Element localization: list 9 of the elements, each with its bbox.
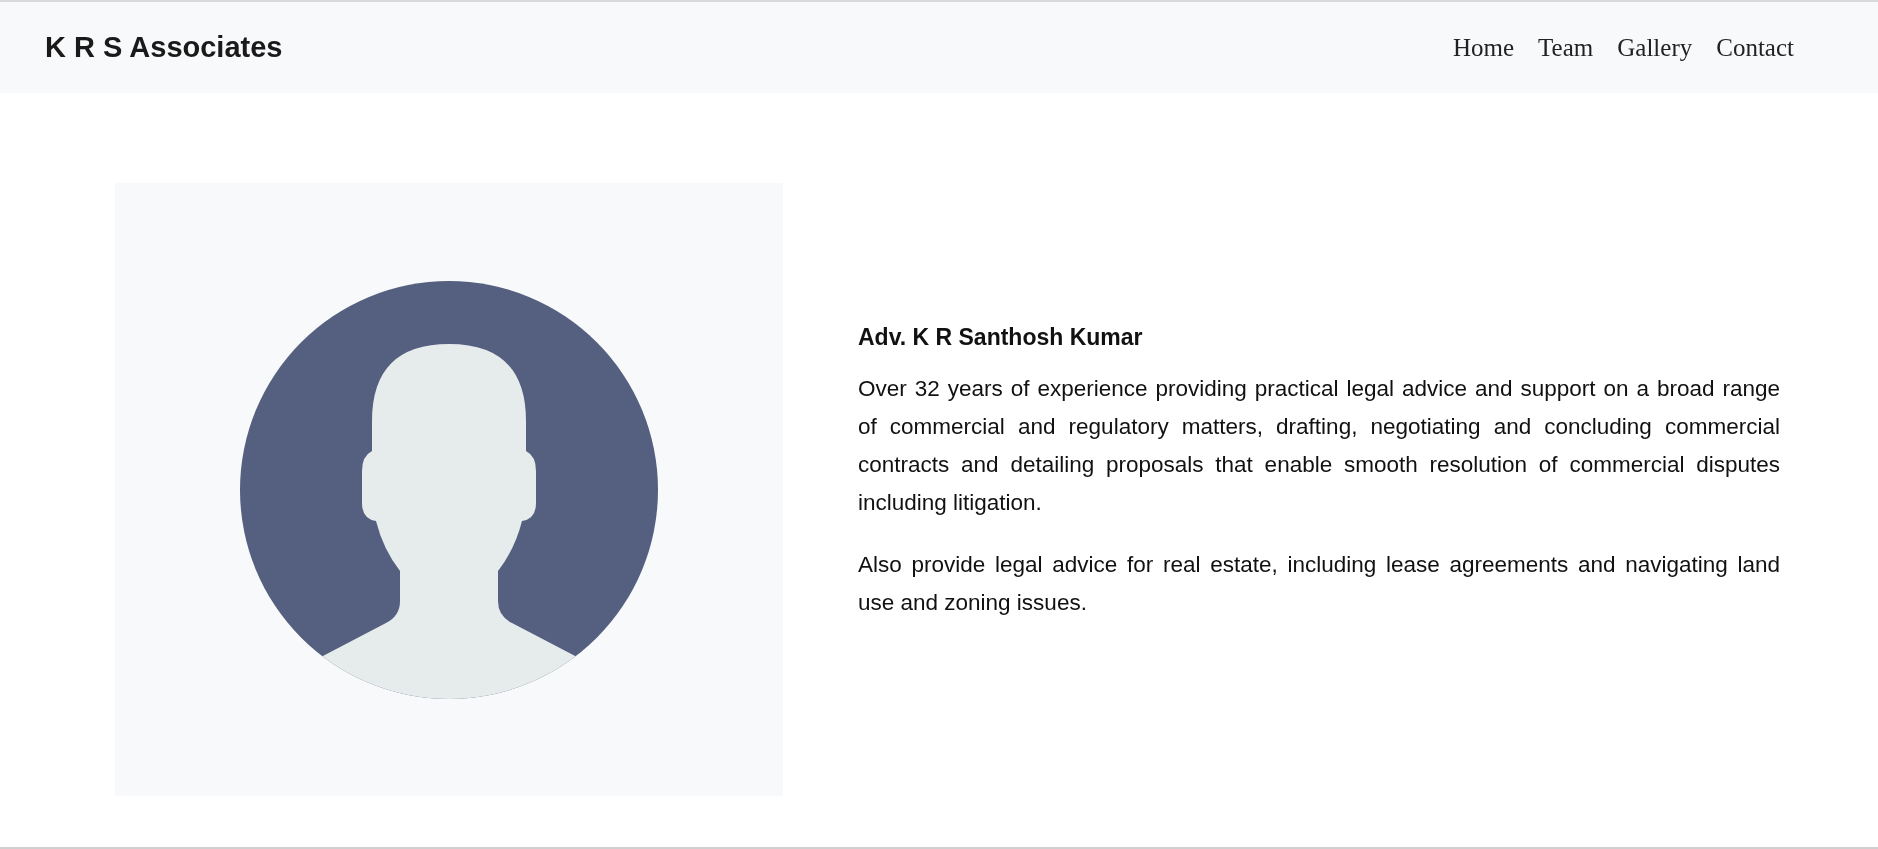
nav-link[interactable]: Contact xyxy=(1716,28,1794,67)
nav-link[interactable]: Team xyxy=(1538,28,1594,67)
bio-paragraph: Over 32 years of experience providing practical legal advice and support on a broad range of commercial and regulatory matters, drafting, negotiating and concluding commercial contracts and detailing proposals that enable smooth resolution of commercial disputes including litigation. xyxy=(858,375,1780,517)
avatar-icon xyxy=(240,280,658,699)
profile-name: Adv. K R Santhosh Kumar xyxy=(858,323,1144,352)
nav-link[interactable]: Gallery xyxy=(1617,28,1693,67)
brand-link[interactable]: K R S Associates xyxy=(45,25,283,70)
nav-link[interactable]: Home xyxy=(1453,28,1515,67)
bio-paragraph: Also provide legal advice for real estate, including lease agreements and navigating land use and zoning issues. xyxy=(858,551,1780,617)
